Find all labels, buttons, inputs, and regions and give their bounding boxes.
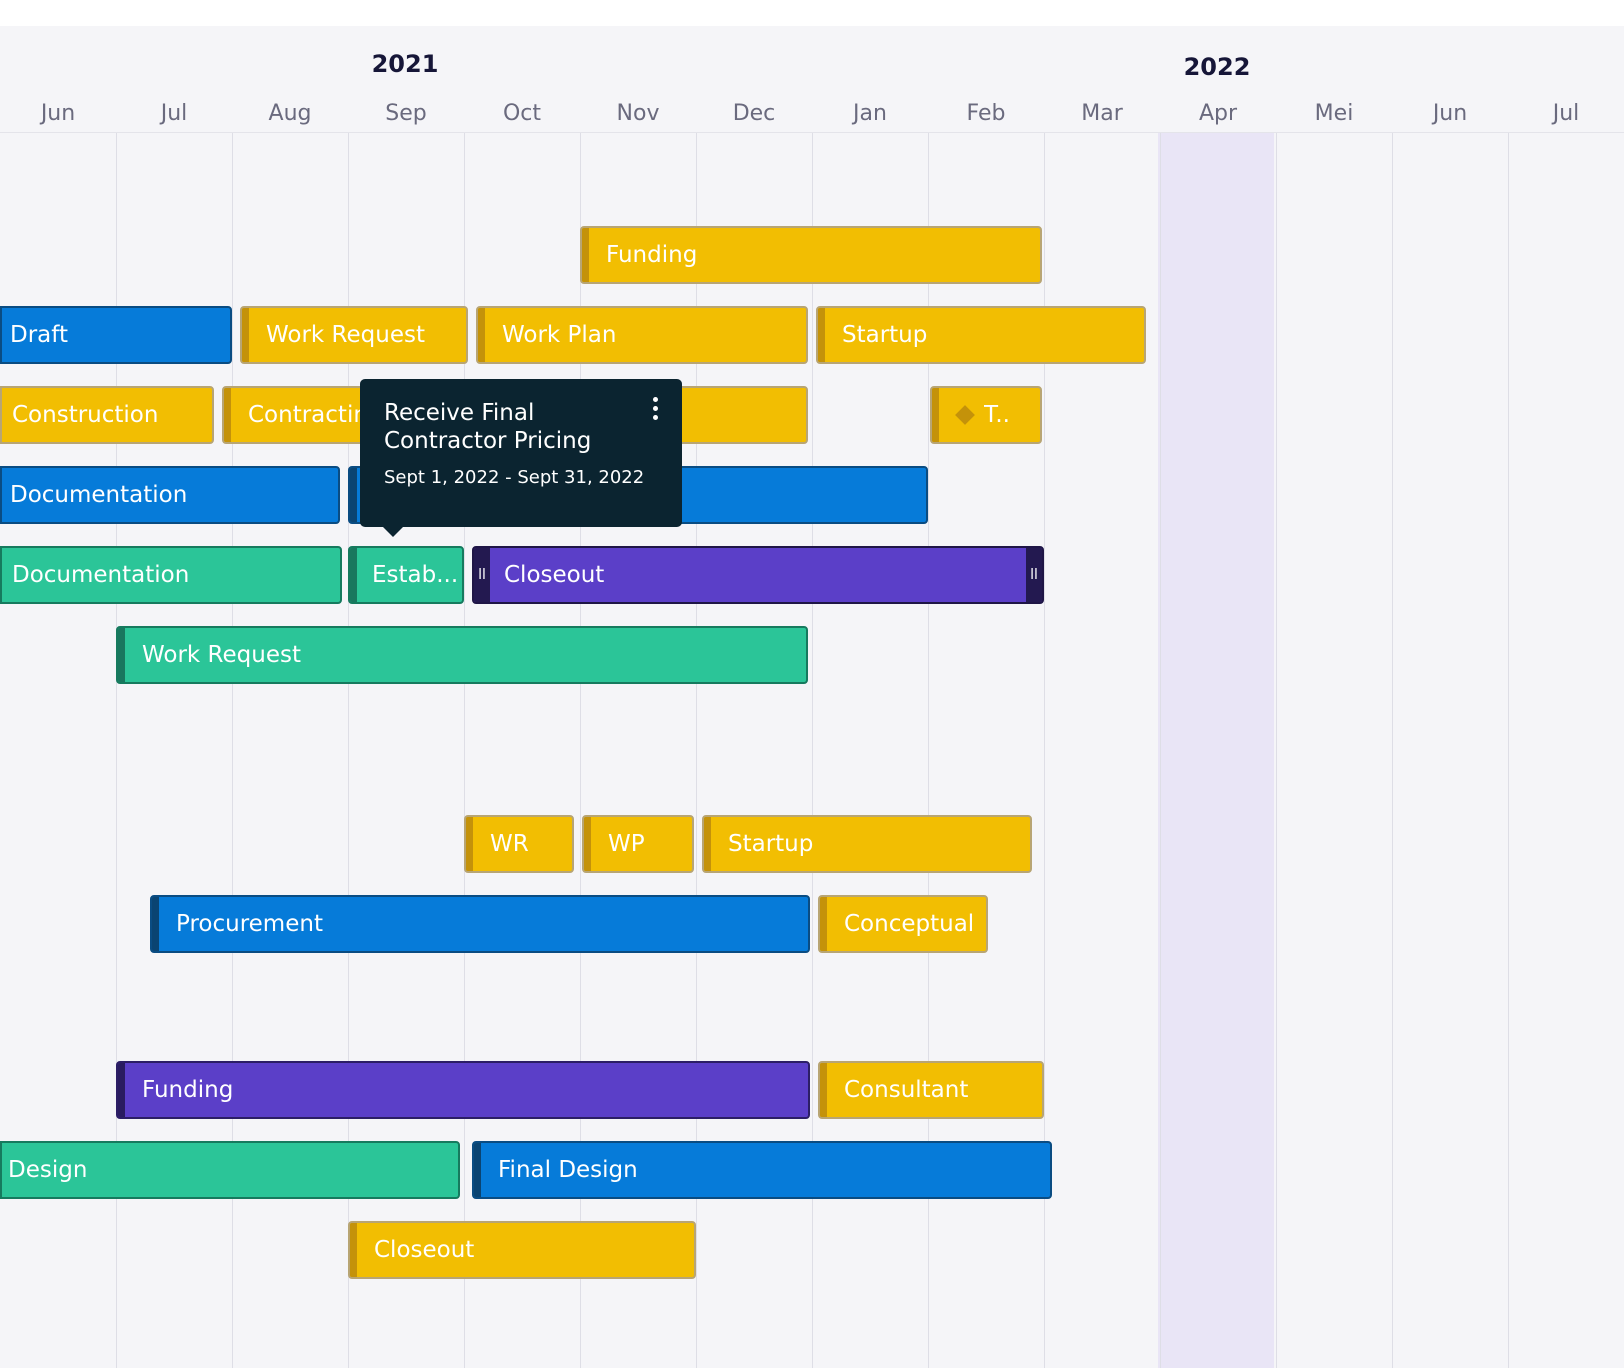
tooltip-arrow [382,526,404,537]
month-label: Oct [502,101,542,126]
bar-accent [584,817,591,871]
bar-accent [118,628,125,682]
task-bar[interactable]: Work Request [240,306,468,364]
task-tooltip: Receive Final Contractor Pricing Sept 1,… [360,379,682,537]
task-label: Work Plan [502,322,617,348]
task-bar[interactable]: Work Plan [476,306,808,364]
bar-accent [152,897,159,951]
task-label: Consultant [844,1077,969,1103]
tooltip-dates: Sept 1, 2022 - Sept 31, 2022 [384,467,645,488]
month-gridline [1392,132,1393,1368]
bar-accent [820,1063,827,1117]
more-vertical-icon[interactable] [648,397,662,424]
task-bar[interactable]: Consultant [818,1061,1044,1119]
task-bar[interactable]: WP [582,815,694,873]
month-gridline [1508,132,1509,1368]
task-bar[interactable]: Documentation [0,466,340,524]
month-gridline [1160,132,1161,1368]
month-label: Aug [268,101,312,126]
task-bar[interactable]: Conceptual [818,895,988,953]
month-label: Jun [1432,101,1468,126]
gantt-chart[interactable]: 2021 2022 Jun Jul Aug Sep Oct Nov Dec Ja… [0,26,1624,1368]
header-divider [0,132,1624,133]
task-label: Construction [12,402,159,428]
month-label: Jul [1552,101,1580,126]
task-label: Closeout [374,1237,475,1263]
task-bar[interactable]: Funding [580,226,1042,284]
milestone-bar[interactable]: T.. [930,386,1042,444]
task-bar[interactable]: Design [0,1141,460,1199]
bar-accent [118,1063,125,1117]
task-label: Design [8,1157,88,1183]
resize-handle-left[interactable]: ll [474,548,490,602]
task-label: WP [608,831,645,857]
task-label: WR [490,831,529,857]
bar-accent [242,308,249,362]
bar-accent [582,228,589,282]
month-label: Apr [1198,101,1238,126]
bar-accent [478,308,485,362]
resize-handle-right[interactable]: ll [1026,548,1042,602]
bar-accent [820,897,827,951]
bar-accent [474,1143,481,1197]
year-label-2022: 2022 [1183,53,1251,81]
task-bar-selected[interactable]: ll Closeout ll [472,546,1044,604]
month-label: Jan [853,101,887,126]
task-bar[interactable]: Work Request [116,626,808,684]
task-bar[interactable]: WR [464,815,574,873]
task-label: T.. [984,402,1010,428]
task-label: Documentation [12,562,190,588]
task-label: Estab... [372,562,459,588]
task-label: Conceptual [844,911,975,937]
bar-accent [466,817,473,871]
task-bar[interactable]: Construction [0,386,214,444]
task-label: Closeout [504,562,605,588]
task-label: Final Design [498,1157,638,1183]
task-label: Documentation [10,482,188,508]
bar-accent [704,817,711,871]
task-bar[interactable]: Draft [0,306,232,364]
month-gridline [1276,132,1277,1368]
task-label: Procurement [176,911,323,937]
task-label: Work Request [266,322,425,348]
task-label: Contracting [248,402,383,428]
month-label: Mar [1081,101,1123,126]
bar-accent [932,388,939,442]
bar-accent [224,388,231,442]
task-label: Startup [842,322,928,348]
task-bar[interactable]: Final Design [472,1141,1052,1199]
bar-accent [818,308,825,362]
month-label: Jun [40,101,76,126]
task-bar[interactable]: Startup [816,306,1146,364]
bar-accent [350,1223,357,1277]
task-bar[interactable]: Documentation [0,546,342,604]
task-label: Funding [606,242,698,268]
month-label: Feb [966,101,1006,126]
task-bar[interactable]: Startup [702,815,1032,873]
year-label-2021: 2021 [371,50,439,78]
tooltip-title: Receive Final Contractor Pricing [384,400,592,454]
task-label: Startup [728,831,814,857]
task-bar[interactable]: Closeout [348,1221,696,1279]
task-label: Draft [10,322,68,348]
task-label: Work Request [142,642,301,668]
month-label: Nov [616,101,660,126]
task-bar[interactable]: Funding [116,1061,810,1119]
task-bar[interactable]: Procurement [150,895,810,953]
month-label: Sep [385,101,427,126]
month-label: Jul [160,101,188,126]
month-label: Dec [732,101,776,126]
month-label: Mei [1314,101,1354,126]
bar-accent [350,548,357,602]
bar-accent [350,468,357,522]
highlighted-month-column [1158,132,1274,1368]
diamond-milestone-icon [955,405,975,425]
task-label: Funding [142,1077,234,1103]
task-bar[interactable]: Estab... [348,546,464,604]
